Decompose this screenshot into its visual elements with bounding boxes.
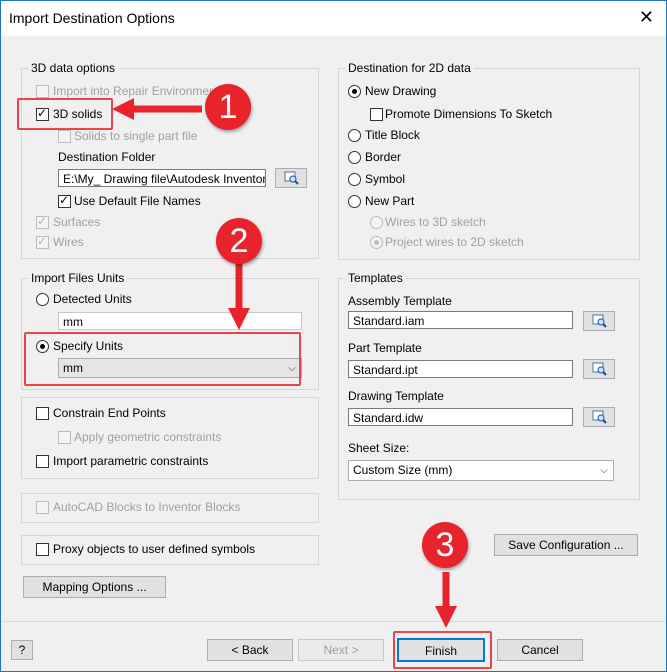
- import-repair-label: Import into Repair Environment: [53, 84, 213, 98]
- folder-browse-icon: [592, 314, 607, 328]
- part-template-label: Part Template: [348, 341, 422, 355]
- title-block-radio[interactable]: [348, 129, 361, 142]
- cancel-button[interactable]: Cancel: [497, 639, 583, 661]
- project-wires-label: Project wires to 2D sketch: [385, 235, 524, 249]
- units-legend: Import Files Units: [28, 271, 128, 285]
- proxy-objects-checkbox[interactable]: [36, 543, 49, 556]
- title-block-label: Title Block: [365, 128, 420, 142]
- symbol-label: Symbol: [365, 172, 406, 186]
- destination-folder-label: Destination Folder: [58, 150, 156, 164]
- title-bar: Import Destination Options ✕: [1, 1, 666, 36]
- import-repair-checkbox[interactable]: [36, 85, 49, 98]
- window-title: Import Destination Options: [9, 10, 175, 26]
- wires-label: Wires: [53, 235, 84, 249]
- drawing-template-input[interactable]: Standard.idw: [348, 408, 573, 426]
- part-template-browse-button[interactable]: [583, 359, 615, 379]
- surfaces-checkbox[interactable]: [36, 214, 49, 229]
- destination-folder-browse-button[interactable]: [275, 168, 307, 188]
- proxy-objects-label: Proxy objects to user defined symbols: [53, 542, 256, 556]
- wires-3d-sketch-label: Wires to 3D sketch: [385, 215, 486, 229]
- callout-box-specify-units: [24, 332, 301, 386]
- autocad-blocks-label: AutoCAD Blocks to Inventor Blocks: [53, 500, 241, 514]
- constrain-end-points-checkbox[interactable]: [36, 407, 49, 420]
- chevron-down-icon: ⌵: [600, 465, 608, 476]
- drawing-template-browse-button[interactable]: [583, 407, 615, 427]
- new-drawing-radio[interactable]: [348, 85, 361, 98]
- detected-units-field: mm: [58, 312, 302, 330]
- surfaces-label: Surfaces: [53, 215, 101, 229]
- templates-legend: Templates: [345, 271, 406, 285]
- new-part-label: New Part: [365, 194, 415, 208]
- promote-dimensions-label: Promote Dimensions To Sketch: [385, 107, 553, 121]
- symbol-radio[interactable]: [348, 173, 361, 186]
- assembly-template-label: Assembly Template: [348, 294, 452, 308]
- footer-separator: [2, 621, 665, 622]
- use-default-names-checkbox[interactable]: [58, 193, 71, 208]
- next-button[interactable]: Next >: [298, 639, 384, 661]
- callout-box-finish: [393, 631, 492, 669]
- part-template-input[interactable]: Standard.ipt: [348, 360, 573, 378]
- assembly-template-input[interactable]: Standard.iam: [348, 311, 573, 329]
- dest2d-legend: Destination for 2D data: [345, 61, 474, 75]
- callout-badge-3: 3: [422, 522, 468, 568]
- autocad-blocks-checkbox[interactable]: [36, 501, 49, 514]
- import-parametric-label: Import parametric constraints: [53, 454, 209, 468]
- solids-single-label: Solids to single part file: [74, 129, 198, 143]
- border-radio[interactable]: [348, 151, 361, 164]
- assembly-template-browse-button[interactable]: [583, 311, 615, 331]
- folder-browse-icon: [284, 171, 299, 185]
- apply-geometric-checkbox[interactable]: [58, 431, 71, 444]
- destination-folder-input[interactable]: E:\My_ Drawing file\Autodesk Inventor: [58, 169, 266, 187]
- promote-dimensions-checkbox[interactable]: [370, 108, 383, 121]
- help-button[interactable]: ?: [11, 640, 33, 660]
- folder-browse-icon: [592, 410, 607, 424]
- wires-checkbox[interactable]: [36, 234, 49, 249]
- close-icon[interactable]: ✕: [639, 7, 654, 28]
- detected-units-label: Detected Units: [53, 292, 132, 306]
- save-configuration-button[interactable]: Save Configuration ...: [494, 534, 638, 556]
- detected-units-radio[interactable]: [36, 293, 49, 306]
- border-label: Border: [365, 150, 402, 164]
- new-part-radio[interactable]: [348, 195, 361, 208]
- new-drawing-label: New Drawing: [365, 84, 437, 98]
- callout-box-3d-solids: [17, 98, 113, 130]
- callout-badge-1: 1: [205, 84, 251, 130]
- constrain-end-points-label: Constrain End Points: [53, 406, 166, 420]
- apply-geometric-label: Apply geometric constraints: [74, 430, 222, 444]
- sheet-size-select[interactable]: Custom Size (mm) ⌵: [348, 460, 614, 481]
- wires-3d-sketch-radio[interactable]: [370, 216, 383, 229]
- drawing-template-label: Drawing Template: [348, 389, 444, 403]
- mapping-options-button[interactable]: Mapping Options ...: [23, 576, 166, 598]
- use-default-names-label: Use Default File Names: [74, 194, 201, 208]
- group-3d-legend: 3D data options: [28, 61, 119, 75]
- callout-badge-2: 2: [216, 218, 262, 264]
- sheet-size-label: Sheet Size:: [348, 441, 410, 455]
- back-button[interactable]: < Back: [207, 639, 293, 661]
- folder-browse-icon: [592, 362, 607, 376]
- project-wires-radio[interactable]: [370, 236, 383, 249]
- solids-single-checkbox[interactable]: [58, 130, 71, 143]
- import-parametric-checkbox[interactable]: [36, 455, 49, 468]
- sheet-size-value: Custom Size (mm): [353, 463, 453, 477]
